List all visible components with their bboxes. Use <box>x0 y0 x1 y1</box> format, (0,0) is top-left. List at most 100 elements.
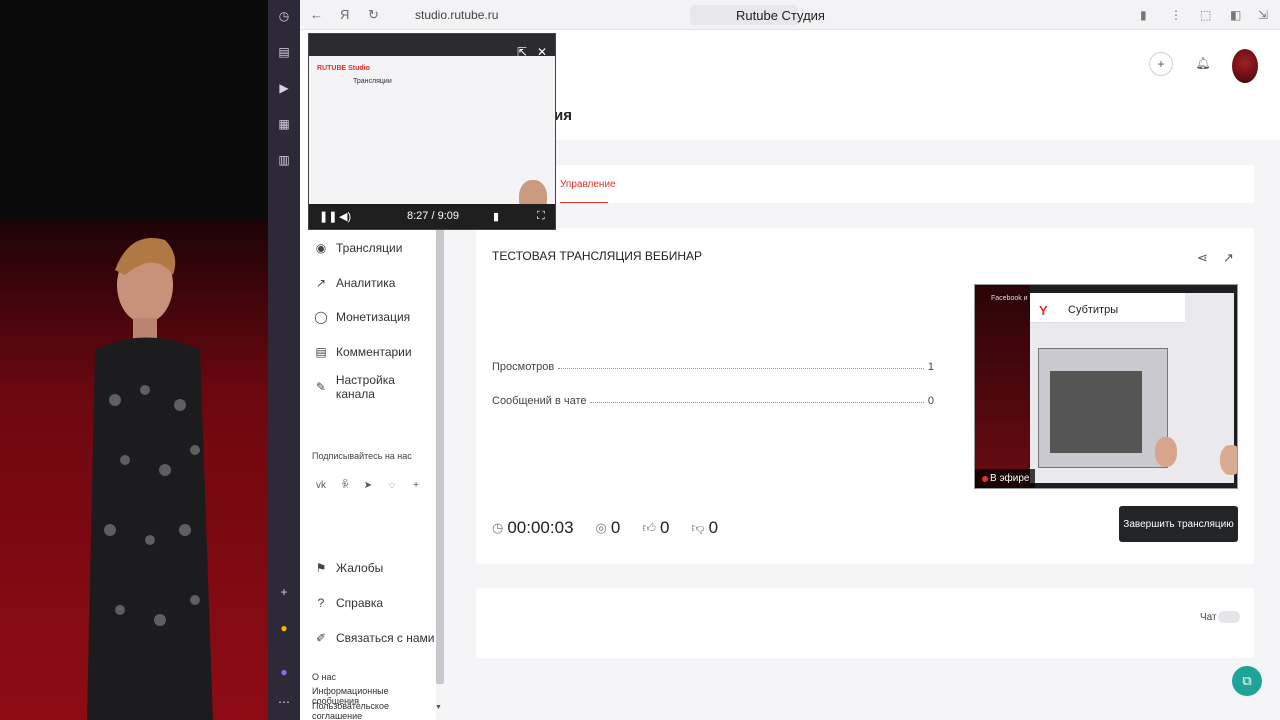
tabs-bar: Управление <box>476 165 1254 203</box>
dislikes-value: 0 <box>708 518 719 537</box>
bookmarks-icon[interactable]: ▥ <box>276 152 292 168</box>
sidebar-item-label: Аналитика <box>336 276 396 290</box>
share-icon[interactable]: ⋖ <box>1197 250 1208 266</box>
page-tab-title: Rutube Студия <box>736 8 825 23</box>
preview-face <box>1155 437 1177 467</box>
sidebar-item-analytics[interactable]: ↗ Аналитика <box>314 273 395 293</box>
viewers-counter: ◎ 0 <box>596 518 621 538</box>
notifications-bell-icon[interactable]: 🔔︎ <box>1191 52 1215 76</box>
viewers-icon: ◎ <box>595 520 607 535</box>
footer-link-about[interactable]: О нас <box>312 672 336 682</box>
flag-icon: ⚑ <box>315 561 327 575</box>
contact-icon: ✐ <box>315 631 327 645</box>
pip-page-title: Трансляции <box>353 78 392 85</box>
preview-window-inner <box>1050 371 1142 453</box>
viber-icon[interactable]: ◌ <box>385 479 399 493</box>
preview-person-thumb <box>975 285 1030 488</box>
add-content-button[interactable]: + <box>1149 52 1173 76</box>
clock-icon: ◷ <box>492 520 504 535</box>
live-dot-icon <box>982 476 988 482</box>
sidebar-item-label: Трансляции <box>336 241 403 255</box>
pip-close-icon[interactable]: ✕ <box>537 45 547 59</box>
broadcast-icon: ◉ <box>315 241 327 255</box>
add-icon[interactable]: + <box>276 584 292 600</box>
bookmark-icon[interactable]: ▮ <box>1140 8 1147 22</box>
duration-value: 00:00:03 <box>507 518 574 537</box>
media-icon[interactable]: ▶ <box>276 80 292 96</box>
analytics-icon: ↗ <box>315 276 327 290</box>
notes-icon[interactable]: ▤ <box>276 44 292 60</box>
sidebar-item-monetization[interactable]: ◯ Монетизация <box>314 307 410 327</box>
sidebar-scrollbar[interactable] <box>436 194 444 684</box>
calendar-icon[interactable]: ▦ <box>276 116 292 132</box>
sidebar-item-complaints[interactable]: ⚑ Жалобы <box>314 558 384 578</box>
pip-video-player[interactable]: RUTUBE Studio Трансляции ⇱ ✕ ❚❚ ◀) 8:27 … <box>308 33 556 230</box>
preview-subtitles: Субтитры <box>1068 304 1119 316</box>
support-chat-button[interactable]: ⧉ <box>1232 666 1262 696</box>
back-icon[interactable]: ← <box>310 7 323 22</box>
active-tab-indicator <box>560 202 608 203</box>
avatar[interactable] <box>1232 49 1258 83</box>
pip-expand-icon[interactable]: ⇱ <box>517 45 527 59</box>
menu-dots-icon[interactable]: ⋮ <box>1170 8 1182 22</box>
end-stream-button[interactable]: Завершить трансляцию <box>1119 506 1238 542</box>
pip-time: 8:27 / 9:09 <box>407 210 459 222</box>
sidebar-item-help[interactable]: ? Справка <box>314 593 383 613</box>
tab-management[interactable]: Управление <box>560 179 616 190</box>
stream-card: ТЕСТОВАЯ ТРАНСЛЯЦИЯ ВЕБИНАР ⋖ ↗ Просмотр… <box>476 228 1254 564</box>
history-icon[interactable]: ◷ <box>276 8 292 24</box>
likes-value: 0 <box>659 518 670 537</box>
scroll-down-icon[interactable]: ▼ <box>435 704 442 711</box>
subscribe-title: Подписывайтесь на нас <box>312 451 412 461</box>
comments-icon: ▤ <box>315 345 327 359</box>
browser-toolbar: ← Я ↻ studio.rutube.ru Rutube Студия ▮ ⋮… <box>300 0 1280 30</box>
sidebar-item-label: Комментарии <box>336 345 412 359</box>
like-icon: 👍︎ <box>642 520 656 535</box>
stat-views: Просмотров 1 <box>492 361 934 373</box>
stat-label: Сообщений в чате <box>492 395 587 407</box>
sidebar-item-comments[interactable]: ▤ Комментарии <box>314 342 412 362</box>
reload-icon[interactable]: ↻ <box>368 7 379 23</box>
more-icon[interactable]: ⋯ <box>276 694 292 710</box>
alice-icon[interactable]: ● <box>276 664 292 680</box>
sidebar-item-broadcasts[interactable]: ◉ Трансляции <box>314 238 403 258</box>
stat-value: 1 <box>927 361 934 373</box>
downloads-icon[interactable]: ⬚ <box>1200 8 1211 22</box>
stream-title: ТЕСТОВАЯ ТРАНСЛЯЦИЯ ВЕБИНАР <box>492 249 703 263</box>
chat-toggle[interactable] <box>1218 611 1240 623</box>
sidebar-item-label: Монетизация <box>336 310 411 324</box>
webcam-photo-panel <box>0 0 268 720</box>
pip-bookmark-icon[interactable]: ▮ <box>493 210 499 223</box>
market-icon[interactable]: ● <box>276 620 292 636</box>
volume-icon[interactable]: ◀) <box>339 210 351 223</box>
telegram-icon[interactable]: ➤ <box>361 479 375 493</box>
yandex-icon[interactable]: Я <box>340 7 349 22</box>
likes-counter: 👍︎ 0 <box>642 518 669 538</box>
more-icon[interactable]: + <box>409 479 423 493</box>
sidebar-item-channel-settings[interactable]: ✎ Настройка канала <box>314 373 436 401</box>
screen: ◷ ▤ ▶ ▦ ▥ + ● ● ⋯ ← Я ↻ studio.rutube.ru… <box>0 0 1280 720</box>
pause-icon[interactable]: ❚❚ <box>319 210 337 223</box>
sidebar-item-label: Справка <box>336 596 384 610</box>
fullscreen-icon[interactable]: ⛶ <box>537 210 545 223</box>
stream-preview[interactable]: Facebook и Insta Y Субтитры В эфире <box>974 284 1238 489</box>
external-link-icon[interactable]: ↗ <box>1223 250 1234 266</box>
dislikes-counter: 👎︎ 0 <box>691 518 718 538</box>
extension-icon[interactable]: ◧ <box>1230 8 1241 22</box>
ok-icon[interactable]: ꆜ <box>338 479 352 493</box>
vk-icon[interactable]: vk <box>314 479 328 493</box>
footer-link-agreement[interactable]: Пользовательское соглашение <box>312 701 436 720</box>
profile-icon[interactable]: ⇲ <box>1258 8 1268 22</box>
stat-label: Просмотров <box>492 361 555 373</box>
sidebar-item-contact[interactable]: ✐ Связаться с нами <box>314 628 435 648</box>
stat-chat-messages: Сообщений в чате 0 <box>492 395 934 407</box>
duration-counter: ◷ 00:00:03 <box>492 518 574 538</box>
yandex-logo-icon: Y <box>1039 303 1048 318</box>
sidebar-item-label: Жалобы <box>336 561 384 575</box>
dislike-icon: 👎︎ <box>691 520 705 535</box>
help-icon: ? <box>317 596 325 610</box>
stream-counters: ◷ 00:00:03 ◎ 0 👍︎ 0 👎︎ 0 <box>492 518 740 538</box>
live-badge: В эфире <box>975 469 1035 488</box>
channel-settings-icon: ✎ <box>315 380 326 394</box>
address-url[interactable]: studio.rutube.ru <box>415 8 498 22</box>
